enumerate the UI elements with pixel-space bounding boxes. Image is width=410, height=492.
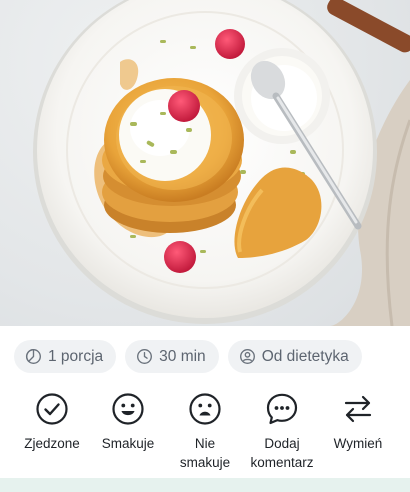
author-label: Od dietetyka	[261, 347, 349, 365]
smile-icon	[111, 392, 145, 426]
eaten-label: Zjedzone	[24, 436, 80, 451]
swap-arrows-icon	[341, 392, 375, 426]
clock-icon	[136, 348, 153, 365]
time-chip: 30 min	[125, 340, 219, 373]
like-label: Smakuje	[101, 436, 155, 451]
dislike-button[interactable]: Nie smakuje	[165, 392, 245, 472]
swap-button[interactable]: Wymień	[318, 392, 398, 453]
user-circle-icon	[239, 348, 256, 365]
frown-icon	[188, 392, 222, 426]
swap-label: Wymień	[333, 436, 383, 451]
recipe-info-chips: 1 porcja 30 min Od dietetyka	[0, 340, 410, 376]
dislike-label: Nie smakuje	[179, 436, 231, 470]
add-comment-label: Dodaj komentarz	[250, 436, 314, 470]
pancakes-photo	[33, 0, 410, 326]
check-circle-icon	[35, 392, 69, 426]
chat-bubble-icon	[265, 392, 299, 426]
eaten-button[interactable]: Zjedzone	[12, 392, 92, 453]
time-label: 30 min	[159, 347, 206, 365]
meal-actions: Zjedzone Smakuje Nie smakuje Dodaj komen…	[0, 392, 410, 476]
portion-label: 1 porcja	[48, 347, 104, 365]
portion-chip: 1 porcja	[14, 340, 117, 373]
recipe-photo	[0, 0, 410, 326]
like-button[interactable]: Smakuje	[88, 392, 168, 453]
portion-icon	[25, 348, 42, 365]
author-chip: Od dietetyka	[227, 340, 362, 373]
bottom-strip	[0, 478, 410, 492]
add-comment-button[interactable]: Dodaj komentarz	[242, 392, 322, 472]
